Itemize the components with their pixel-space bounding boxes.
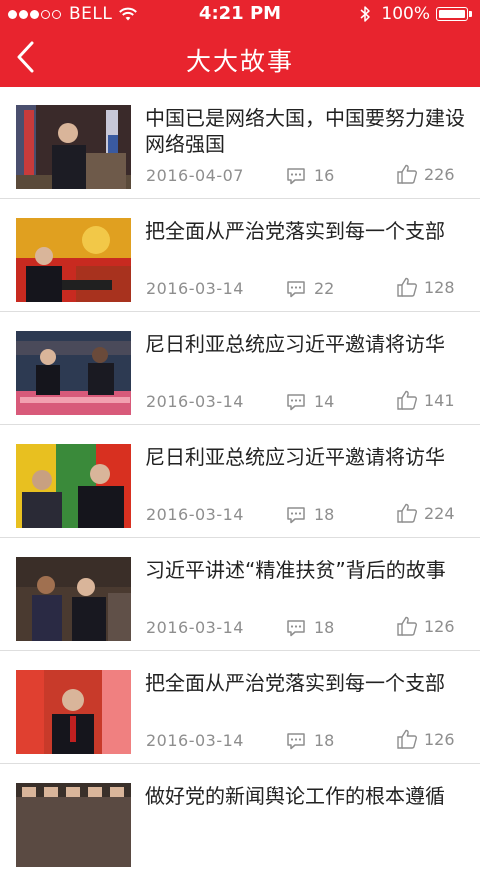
like-count-value: 128 xyxy=(424,277,455,297)
thumbs-up-icon xyxy=(397,616,417,636)
comment-icon xyxy=(287,167,305,184)
like-count-value: 141 xyxy=(424,390,455,410)
thumbs-up-icon xyxy=(397,164,417,184)
article-title[interactable]: 尼日利亚总统应习近平邀请将访华 xyxy=(145,331,465,357)
article-thumbnail xyxy=(16,670,131,754)
article-date: 2016-03-14 xyxy=(146,279,244,298)
like-count-value: 224 xyxy=(424,503,455,523)
thumbs-up-icon xyxy=(397,390,417,410)
comment-count-value: 14 xyxy=(314,392,335,411)
like-count[interactable]: 224 xyxy=(396,502,455,524)
list-item[interactable]: 习近平讲述“精准扶贫”背后的故事 2016-03-14 18 126 xyxy=(0,539,480,651)
article-date: 2016-03-14 xyxy=(146,392,244,411)
comment-count-value: 18 xyxy=(314,618,335,637)
like-count-value: 126 xyxy=(424,616,455,636)
comment-icon xyxy=(287,732,305,749)
list-item[interactable]: 中国已是网络大国，中国要努力建设网络强国 2016-04-07 16 226 xyxy=(0,87,480,199)
comment-count[interactable]: 18 xyxy=(286,505,334,524)
list-item[interactable]: 尼日利亚总统应习近平邀请将访华 2016-03-14 18 224 xyxy=(0,426,480,538)
article-thumbnail xyxy=(16,331,131,415)
battery-percent: 100% xyxy=(381,4,430,24)
comment-count-value: 22 xyxy=(314,279,335,298)
comment-count[interactable]: 18 xyxy=(286,731,334,750)
like-count[interactable]: 128 xyxy=(396,276,455,298)
comment-icon xyxy=(287,393,305,410)
like-count-value: 126 xyxy=(424,729,455,749)
status-right: 100% xyxy=(359,4,472,24)
list-item[interactable]: 把全面从严治党落实到每一个支部 2016-03-14 22 128 xyxy=(0,200,480,312)
article-title[interactable]: 中国已是网络大国，中国要努力建设网络强国 xyxy=(145,105,465,157)
article-thumbnail xyxy=(16,557,131,641)
article-thumbnail xyxy=(16,105,131,189)
page-title: 大大故事 xyxy=(185,47,294,76)
status-bar: BELL 4:21 PM 100% xyxy=(0,0,480,28)
comment-count-value: 18 xyxy=(314,731,335,750)
thumbs-up-icon xyxy=(397,503,417,523)
article-title[interactable]: 把全面从严治党落实到每一个支部 xyxy=(145,670,465,696)
article-title[interactable]: 习近平讲述“精准扶贫”背后的故事 xyxy=(145,557,465,583)
like-count[interactable]: 141 xyxy=(396,389,455,411)
comment-count[interactable]: 14 xyxy=(286,392,334,411)
comment-count[interactable]: 22 xyxy=(286,279,334,298)
thumbs-up-icon xyxy=(397,729,417,749)
article-title[interactable]: 做好党的新闻舆论工作的根本遵循 xyxy=(145,783,465,809)
app-header: BELL 4:21 PM 100% 大大故事 xyxy=(0,0,480,87)
article-title[interactable]: 尼日利亚总统应习近平邀请将访华 xyxy=(145,444,465,470)
list-item[interactable]: 把全面从严治党落实到每一个支部 2016-03-14 18 126 xyxy=(0,652,480,764)
article-thumbnail xyxy=(16,444,131,528)
article-thumbnail xyxy=(16,783,131,867)
comment-count-value: 18 xyxy=(314,505,335,524)
list-item[interactable]: 尼日利亚总统应习近平邀请将访华 2016-03-14 14 141 xyxy=(0,313,480,425)
comment-count[interactable]: 18 xyxy=(286,618,334,637)
article-title[interactable]: 把全面从严治党落实到每一个支部 xyxy=(145,218,465,244)
article-thumbnail xyxy=(16,218,131,302)
comment-icon xyxy=(287,619,305,636)
article-date: 2016-04-07 xyxy=(146,166,244,185)
like-count[interactable]: 126 xyxy=(396,728,455,750)
article-date: 2016-03-14 xyxy=(146,731,244,750)
battery-icon xyxy=(436,7,468,21)
like-count-value: 226 xyxy=(424,164,455,184)
article-date: 2016-03-14 xyxy=(146,618,244,637)
list-item[interactable]: 做好党的新闻舆论工作的根本遵循 xyxy=(0,765,480,877)
article-date: 2016-03-14 xyxy=(146,505,244,524)
like-count[interactable]: 226 xyxy=(396,163,455,185)
thumbs-up-icon xyxy=(397,277,417,297)
like-count[interactable]: 126 xyxy=(396,615,455,637)
comment-count[interactable]: 16 xyxy=(286,166,334,185)
bluetooth-icon xyxy=(360,6,371,22)
comment-count-value: 16 xyxy=(314,166,335,185)
comment-icon xyxy=(287,280,305,297)
comment-icon xyxy=(287,506,305,523)
battery-tip xyxy=(469,11,472,17)
